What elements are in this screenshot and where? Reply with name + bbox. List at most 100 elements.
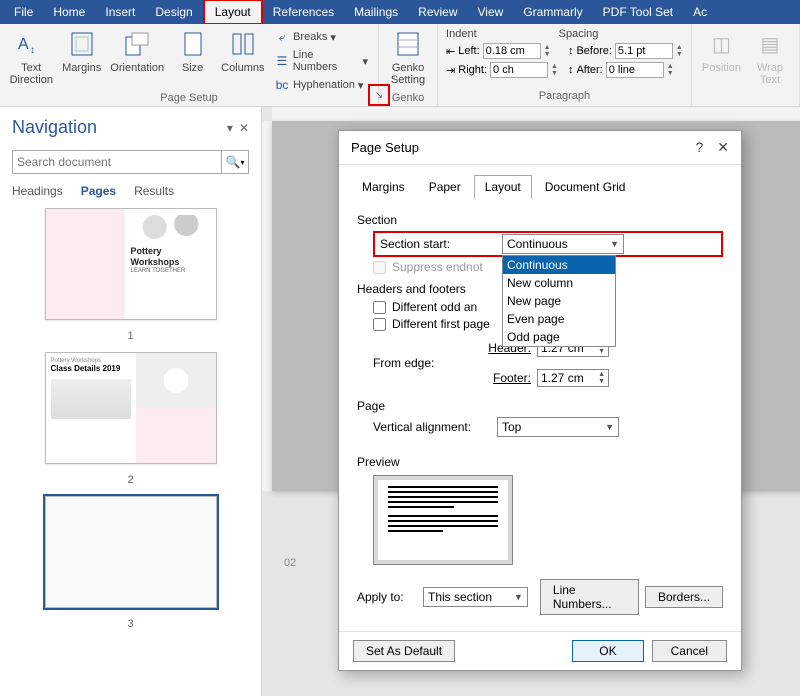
apply-to-label: Apply to: bbox=[357, 590, 417, 604]
dialog-title: Page Setup bbox=[351, 140, 419, 155]
text-direction-button[interactable]: A↕ Text Direction bbox=[6, 26, 57, 88]
valign-combo[interactable]: Top▼ bbox=[497, 417, 619, 437]
hyphenation-button[interactable]: bcHyphenation▾ bbox=[272, 76, 370, 94]
position-button[interactable]: ◫Position bbox=[698, 26, 745, 76]
chevron-down-icon: ▼ bbox=[514, 592, 523, 602]
tab-home[interactable]: Home bbox=[43, 1, 95, 23]
section-label: Section bbox=[357, 213, 723, 227]
tab-view[interactable]: View bbox=[468, 1, 514, 23]
ribbon: A↕ Text Direction Margins Orientation Si… bbox=[0, 24, 800, 107]
cancel-button[interactable]: Cancel bbox=[652, 640, 727, 662]
tab-design[interactable]: Design bbox=[145, 1, 202, 23]
genko-group-label: Genko bbox=[392, 92, 424, 104]
dialog-close-button[interactable]: ✕ bbox=[717, 139, 729, 156]
footer-field[interactable]: 1.27 cm▲▼ bbox=[537, 369, 609, 387]
page-thumb-2[interactable]: Pottery WorkshopsClass Details 2019 bbox=[45, 352, 217, 464]
line-numbers-icon: ☰ bbox=[274, 53, 290, 69]
tab-review[interactable]: Review bbox=[408, 1, 467, 23]
nav-tab-headings[interactable]: Headings bbox=[12, 184, 63, 198]
genko-icon bbox=[392, 28, 424, 60]
tab-file[interactable]: File bbox=[4, 1, 43, 23]
nav-tab-pages[interactable]: Pages bbox=[81, 184, 116, 198]
dlg-tab-layout[interactable]: Layout bbox=[474, 175, 532, 199]
dialog-help-button[interactable]: ? bbox=[695, 139, 703, 156]
dlg-tab-margins[interactable]: Margins bbox=[351, 175, 416, 199]
columns-icon bbox=[227, 28, 259, 60]
search-input[interactable] bbox=[13, 151, 221, 173]
navigation-pane: Navigation ▾✕ 🔍▾ Headings Pages Results … bbox=[0, 107, 262, 696]
indent-left-input[interactable] bbox=[483, 43, 541, 59]
page-setup-dialog: Page Setup ? ✕ Margins Paper Layout Docum… bbox=[338, 130, 742, 671]
section-start-label: Section start: bbox=[376, 235, 502, 253]
tab-grammarly[interactable]: Grammarly bbox=[513, 1, 592, 23]
page-label: Page bbox=[357, 399, 723, 413]
ruler-horizontal[interactable] bbox=[272, 107, 800, 121]
tab-insert[interactable]: Insert bbox=[95, 1, 145, 23]
paragraph-group-label: Paragraph bbox=[539, 90, 590, 102]
spacing-after-icon: ↕ bbox=[568, 64, 574, 76]
opt-continuous[interactable]: Continuous bbox=[503, 256, 615, 274]
set-as-default-button[interactable]: Set As Default bbox=[353, 640, 455, 662]
diff-odd-even-check[interactable] bbox=[373, 301, 386, 314]
columns-button[interactable]: Columns bbox=[218, 26, 269, 76]
opt-new-column[interactable]: New column bbox=[503, 274, 615, 292]
page-thumb-3[interactable] bbox=[45, 496, 217, 608]
svg-text:↕: ↕ bbox=[30, 45, 35, 56]
tab-overflow[interactable]: Ac bbox=[683, 1, 717, 23]
spacing-before-input[interactable] bbox=[615, 43, 673, 59]
orientation-button[interactable]: Orientation bbox=[107, 26, 168, 76]
section-start-dropdown: Continuous New column New page Even page… bbox=[502, 255, 616, 347]
nav-close-icon[interactable]: ✕ bbox=[239, 121, 249, 135]
nav-tab-results[interactable]: Results bbox=[134, 184, 174, 198]
spacing-label: Spacing bbox=[559, 28, 599, 40]
indent-left-icon: ⇤ bbox=[446, 45, 455, 58]
opt-even-page[interactable]: Even page bbox=[503, 310, 615, 328]
search-box: 🔍▾ bbox=[12, 150, 249, 174]
margins-button[interactable]: Margins bbox=[59, 26, 105, 76]
line-numbers-dialog-button[interactable]: Line Numbers... bbox=[540, 579, 639, 615]
breaks-icon: ⤶ bbox=[274, 29, 290, 45]
size-icon bbox=[177, 28, 209, 60]
spacing-after-input[interactable] bbox=[606, 62, 664, 78]
tab-references[interactable]: References bbox=[263, 1, 344, 23]
spacing-before-icon: ↕ bbox=[568, 45, 574, 57]
tab-pdf-tool-set[interactable]: PDF Tool Set bbox=[593, 1, 683, 23]
genko-setting-button[interactable]: Genko Setting bbox=[385, 26, 431, 88]
page-setup-group-label: Page Setup bbox=[160, 92, 218, 104]
preview-box bbox=[373, 475, 513, 565]
line-numbers-button[interactable]: ☰Line Numbers▾ bbox=[272, 48, 370, 74]
wrap-text-button[interactable]: ▤Wrap Text bbox=[747, 26, 793, 88]
tab-mailings[interactable]: Mailings bbox=[344, 1, 408, 23]
search-icon: 🔍 bbox=[226, 155, 241, 169]
orientation-icon bbox=[121, 28, 153, 60]
opt-odd-page[interactable]: Odd page bbox=[503, 328, 615, 346]
nav-title: Navigation bbox=[12, 117, 97, 138]
text-direction-icon: A↕ bbox=[15, 28, 47, 60]
dlg-tab-document-grid[interactable]: Document Grid bbox=[534, 175, 637, 199]
preview-label: Preview bbox=[357, 455, 723, 469]
diff-first-page-check[interactable] bbox=[373, 318, 386, 331]
nav-dropdown-icon[interactable]: ▾ bbox=[227, 121, 233, 135]
page-thumb-1[interactable]: PotteryWorkshopsLEARN TOGETHER bbox=[45, 208, 217, 320]
page-num-1: 1 bbox=[127, 330, 133, 342]
position-icon: ◫ bbox=[705, 28, 737, 60]
breaks-button[interactable]: ⤶Breaks▾ bbox=[272, 28, 370, 46]
apply-to-combo[interactable]: This section▼ bbox=[423, 587, 528, 607]
indent-right-input[interactable] bbox=[490, 62, 548, 78]
indent-left[interactable]: ⇤Left:▲▼ bbox=[446, 43, 558, 59]
page-num-3: 3 bbox=[127, 618, 133, 630]
hyphenation-icon: bc bbox=[274, 77, 290, 93]
spacing-after[interactable]: ↕After:▲▼ bbox=[568, 62, 683, 78]
borders-dialog-button[interactable]: Borders... bbox=[645, 586, 723, 608]
ruler-vertical[interactable] bbox=[262, 121, 272, 491]
dlg-tab-paper[interactable]: Paper bbox=[418, 175, 472, 199]
page-setup-launcher[interactable]: ↘ bbox=[368, 84, 390, 106]
tab-layout[interactable]: Layout bbox=[203, 0, 263, 25]
section-start-combo[interactable]: Continuous▼ Continuous New column New pa… bbox=[502, 234, 624, 254]
opt-new-page[interactable]: New page bbox=[503, 292, 615, 310]
spacing-before[interactable]: ↕Before:▲▼ bbox=[568, 43, 683, 59]
search-button[interactable]: 🔍▾ bbox=[221, 151, 248, 173]
size-button[interactable]: Size bbox=[170, 26, 216, 76]
ok-button[interactable]: OK bbox=[572, 640, 643, 662]
indent-right[interactable]: ⇥Right:▲▼ bbox=[446, 62, 558, 78]
